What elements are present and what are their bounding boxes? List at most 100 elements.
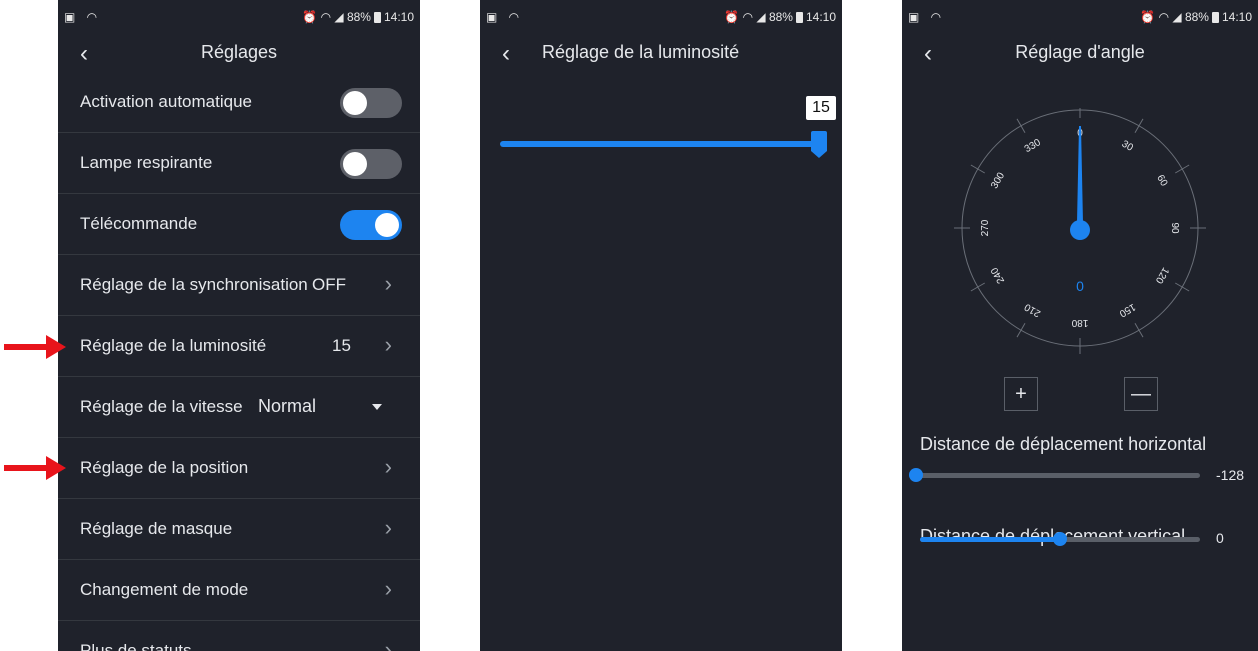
red-arrow-icon <box>4 335 66 359</box>
row-mask-setting[interactable]: Réglage de masque › <box>58 499 420 560</box>
angle-dial[interactable]: 0306090120150180210240270300330 0 <box>952 108 1208 364</box>
dial-tick-label: 30 <box>1120 139 1136 154</box>
header: ‹ Réglage d'angle <box>902 40 1258 70</box>
status-time: 14:10 <box>805 10 836 24</box>
toggle-knob <box>343 152 367 176</box>
row-brightness-setting[interactable]: Réglage de la luminosité 15 › <box>58 316 420 377</box>
dial-tick-inner <box>1175 168 1183 174</box>
row-label: Télécommande <box>80 214 198 233</box>
dial-tick-label: 210 <box>1022 301 1042 319</box>
angle-value: 0 <box>1076 278 1084 294</box>
dial-hub <box>1070 220 1090 240</box>
page-title: Réglage de la luminosité <box>542 42 740 62</box>
chevron-right-icon: › <box>384 576 392 601</box>
battery-icon <box>1211 11 1219 23</box>
dial-tick <box>1181 286 1190 292</box>
dial-tick <box>1016 118 1022 127</box>
back-chevron-left-icon[interactable]: ‹ <box>502 40 510 68</box>
toggle-knob <box>375 213 399 237</box>
row-label: Changement de mode <box>80 580 249 599</box>
row-label: Activation automatique <box>80 92 252 111</box>
increase-angle-button[interactable]: + <box>1004 377 1038 411</box>
remote-control-toggle[interactable] <box>340 210 402 240</box>
chevron-right-icon: › <box>384 515 392 540</box>
auto-activation-toggle[interactable] <box>340 88 402 118</box>
row-mode-change[interactable]: Changement de mode › <box>58 560 420 621</box>
chevron-right-icon: › <box>384 332 392 357</box>
row-label: Plus de statuts <box>80 641 192 651</box>
row-label: Réglage de la synchronisation <box>80 275 308 294</box>
row-value: 15 <box>332 336 351 355</box>
status-left-icons: ▣ ◠ <box>486 10 524 24</box>
row-value: OFF <box>312 275 346 294</box>
row-sync-setting[interactable]: Réglage de la synchronisation OFF › <box>58 255 420 316</box>
status-bar: ▣ ◠ ⏰ ◠ ◢ 88% 14:10 <box>58 0 420 40</box>
brightness-slider-thumb[interactable] <box>810 131 828 159</box>
row-auto-activation[interactable]: Activation automatique <box>58 72 420 133</box>
page-title: Réglage d'angle <box>1015 42 1145 62</box>
dial-tick-label: 60 <box>1154 173 1169 189</box>
dial-tick <box>1181 164 1190 170</box>
brightness-slider-track[interactable] <box>500 141 818 147</box>
decrease-angle-button[interactable]: — <box>1124 377 1158 411</box>
header: ‹ Réglage de la luminosité <box>480 40 842 70</box>
status-left-icons: ▣ ◠ <box>64 10 102 24</box>
status-indicators: ⏰ ◠ ◢ 88% <box>302 10 371 24</box>
dial-tick-label: 240 <box>989 265 1007 285</box>
horizontal-distance-label: Distance de déplacement horizontal <box>920 434 1207 454</box>
dial-tick-label: 150 <box>1117 301 1137 319</box>
dial-tick-inner <box>977 168 985 174</box>
speed-select-value[interactable]: Normal <box>258 396 316 417</box>
row-position-setting[interactable]: Réglage de la position › <box>58 438 420 499</box>
row-label: Lampe respirante <box>80 153 213 172</box>
dial-tick-inner <box>1175 282 1183 288</box>
brightness-value-tooltip: 15 <box>806 96 836 120</box>
dial-tick <box>1016 329 1022 338</box>
row-more-status[interactable]: Plus de statuts › <box>58 621 420 651</box>
phone-screen-settings: ▣ ◠ ⏰ ◠ ◢ 88% 14:10 ‹ Réglages Activatio… <box>58 0 420 651</box>
slider-fill <box>920 537 1060 542</box>
dial-needle <box>1077 126 1083 223</box>
red-arrow-icon <box>4 456 66 480</box>
status-time: 14:10 <box>383 10 414 24</box>
chevron-right-icon: › <box>384 271 392 296</box>
dial-tick-label: 90 <box>1169 222 1180 234</box>
dial-tick-inner <box>977 282 985 288</box>
battery-icon <box>373 11 381 23</box>
row-label: Réglage de la luminosité <box>80 336 267 355</box>
phone-screen-brightness: ▣ ◠ ⏰ ◠ ◢ 88% 14:10 ‹ Réglage de la lumi… <box>480 0 842 651</box>
dial-tick <box>970 164 979 170</box>
dial-tick-inner <box>1020 323 1026 331</box>
header: ‹ Réglages <box>58 40 420 70</box>
row-breathing-lamp[interactable]: Lampe respirante <box>58 133 420 194</box>
vertical-distance-value: 0 <box>1216 530 1224 546</box>
dial-tick-label: 300 <box>989 170 1007 190</box>
row-remote-control[interactable]: Télécommande <box>58 194 420 255</box>
status-bar: ▣ ◠ ⏰ ◠ ◢ 88% 14:10 <box>902 0 1258 40</box>
status-left-icons: ▣ ◠ <box>908 10 946 24</box>
dial-tick-inner <box>1020 125 1026 133</box>
caret-down-icon[interactable] <box>372 404 382 410</box>
horizontal-distance-value: -128 <box>1216 467 1245 483</box>
slider-thumb[interactable] <box>909 468 923 482</box>
status-time: 14:10 <box>1221 10 1252 24</box>
status-indicators: ⏰ ◠ ◢ 88% <box>1140 10 1209 24</box>
dial-tick <box>970 286 979 292</box>
slider-thumb[interactable] <box>1053 532 1067 546</box>
page-title: Réglages <box>200 42 278 62</box>
dial-tick-label: 330 <box>1023 137 1043 155</box>
vertical-distance-slider[interactable] <box>920 532 1200 546</box>
status-bar: ▣ ◠ ⏰ ◠ ◢ 88% 14:10 <box>480 0 842 40</box>
dial-tick-inner <box>1134 125 1140 133</box>
toggle-knob <box>343 91 367 115</box>
dial-tick <box>1138 118 1144 127</box>
breathing-lamp-toggle[interactable] <box>340 149 402 179</box>
row-speed-setting[interactable]: Réglage de la vitesse Normal <box>58 377 420 438</box>
row-label: Réglage de masque <box>80 519 233 538</box>
dial-tick-label: 120 <box>1153 265 1171 285</box>
dial-tick-inner <box>1134 323 1140 331</box>
dial-tick-label: 180 <box>1071 317 1088 328</box>
row-label: Réglage de la vitesse <box>80 397 243 416</box>
battery-icon <box>795 11 803 23</box>
horizontal-distance-slider[interactable] <box>909 468 1200 482</box>
